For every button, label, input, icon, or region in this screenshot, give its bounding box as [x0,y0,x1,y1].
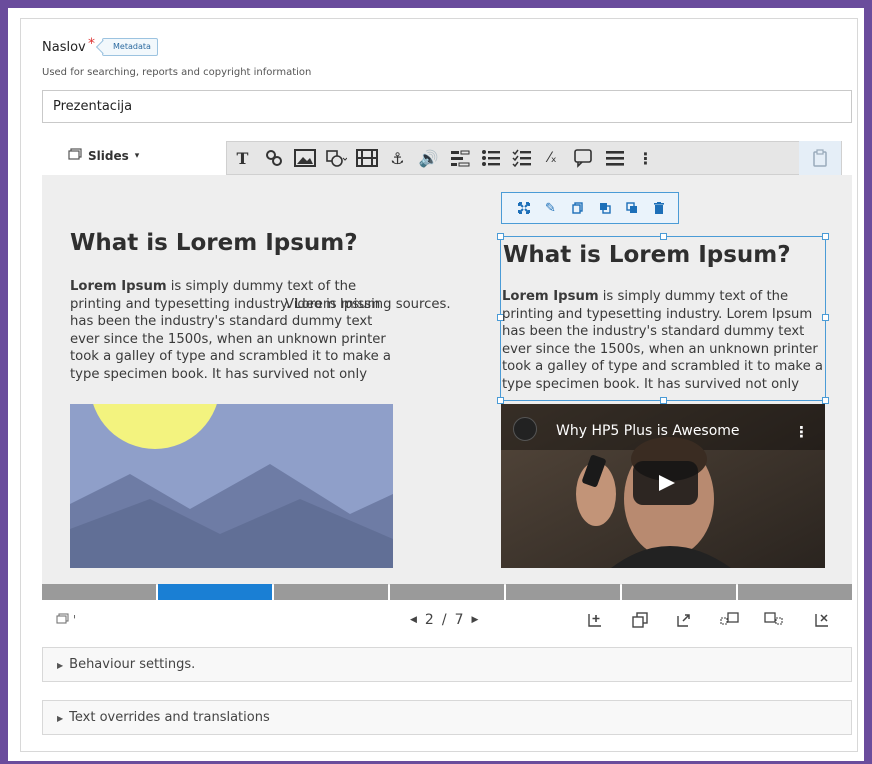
copy-icon[interactable] [564,193,591,223]
slides-icon [68,148,82,163]
next-slide-icon[interactable]: ▶ [471,615,478,625]
paste-icon[interactable] [799,141,841,175]
accordion-label: Text overrides and translations [69,710,270,725]
paragraph-text: is simply dummy text of the printing and… [70,279,391,382]
video-icon[interactable] [351,141,382,175]
required-mark: * [88,36,95,52]
expand-icon[interactable] [510,193,537,223]
anchor-icon[interactable]: ⚓ [382,141,413,175]
pager-separator: / [441,612,447,628]
speech-bubble-icon[interactable] [568,141,599,175]
export-slide-icon[interactable] [676,612,692,632]
progress-segment[interactable] [622,584,736,600]
metadata-button[interactable]: Metadata [102,38,158,56]
play-button-icon[interactable] [633,461,698,505]
resize-handle-se[interactable] [822,397,829,404]
bold-text: Lorem Ipsum [502,289,599,304]
footer-slides-label: ' [72,613,77,627]
caret-right-icon: ▶ [57,714,64,723]
text-overrides-accordion[interactable]: ▶ Text overrides and translations [42,700,852,735]
clone-slide-icon[interactable] [632,612,648,632]
slide-progress-bar [42,584,852,600]
slides-icon [56,613,69,624]
more-icon[interactable]: ⋮ [630,141,661,175]
bold-text: Lorem Ipsum [70,279,167,294]
move-slide-right-icon[interactable] [764,612,784,632]
checklist-icon[interactable] [506,141,537,175]
slide-paragraph-right[interactable]: Lorem Ipsum is simply dummy text of the … [502,288,826,398]
current-slide: 2 [424,612,434,628]
add-slide-icon[interactable] [587,612,603,632]
video-title[interactable]: Why HP5 Plus is Awesome [556,423,740,439]
edit-icon[interactable]: ✎ [537,193,564,223]
send-back-icon[interactable] [618,193,645,223]
resize-handle-n[interactable] [660,233,667,240]
slide-paragraph-left[interactable]: Lorem Ipsum is simply dummy text of the … [70,278,400,383]
list-icon[interactable] [475,141,506,175]
move-slide-left-icon[interactable] [720,612,740,632]
caret-right-icon: ▶ [57,661,64,670]
element-toolbar: T ⚓ 🔊 ⁄ₓ ⋮ [226,141,842,175]
shapes-icon[interactable] [320,141,351,175]
landscape-image[interactable] [70,404,393,568]
progress-segment-active[interactable] [158,584,272,600]
progress-segment[interactable] [274,584,388,600]
accordion-label: Behaviour settings. [69,657,196,672]
video-missing-message: Video is missing sources. [285,297,451,312]
prev-slide-icon[interactable]: ◀ [410,615,417,625]
title-input[interactable]: Prezentacija [42,90,852,123]
paragraph-text: is simply dummy text of the printing and… [502,289,823,392]
fraction-icon[interactable]: ⁄ₓ [537,141,568,175]
slide-pager: ◀ 2 / 7 ▶ [410,612,478,628]
slide-heading-right[interactable]: What is Lorem Ipsum? [503,242,791,268]
slide-heading-left[interactable]: What is Lorem Ipsum? [70,230,358,256]
title-label: Naslov [42,40,86,55]
bring-front-icon[interactable] [591,193,618,223]
link-icon[interactable] [258,141,289,175]
video-more-icon[interactable]: ⋮ [794,423,809,441]
behaviour-settings-accordion[interactable]: ▶ Behaviour settings. [42,647,852,682]
resize-handle-nw[interactable] [497,233,504,240]
image-icon[interactable] [289,141,320,175]
channel-avatar[interactable] [513,417,537,441]
chart-icon[interactable] [444,141,475,175]
help-text: Used for searching, reports and copyrigh… [42,67,312,78]
resize-handle-sw[interactable] [497,397,504,404]
slide-footer: ' ◀ 2 / 7 ▶ [42,608,852,636]
lines-icon[interactable] [599,141,630,175]
resize-handle-s[interactable] [660,397,667,404]
progress-segment[interactable] [42,584,156,600]
resize-handle-ne[interactable] [822,233,829,240]
slides-menu-label: Slides [88,148,129,163]
delete-slide-icon[interactable] [814,612,830,632]
text-icon[interactable]: T [227,141,258,175]
footer-slides-toggle[interactable]: ' [56,613,76,627]
progress-segment[interactable] [390,584,504,600]
progress-segment[interactable] [506,584,620,600]
selection-toolbar: ✎ [501,192,679,224]
slides-menu[interactable]: Slides ▾ [68,148,139,163]
total-slides: 7 [454,612,464,628]
progress-segment[interactable] [738,584,852,600]
delete-icon[interactable] [645,193,672,223]
caret-down-icon: ▾ [134,150,140,161]
audio-icon[interactable]: 🔊 [413,141,444,175]
